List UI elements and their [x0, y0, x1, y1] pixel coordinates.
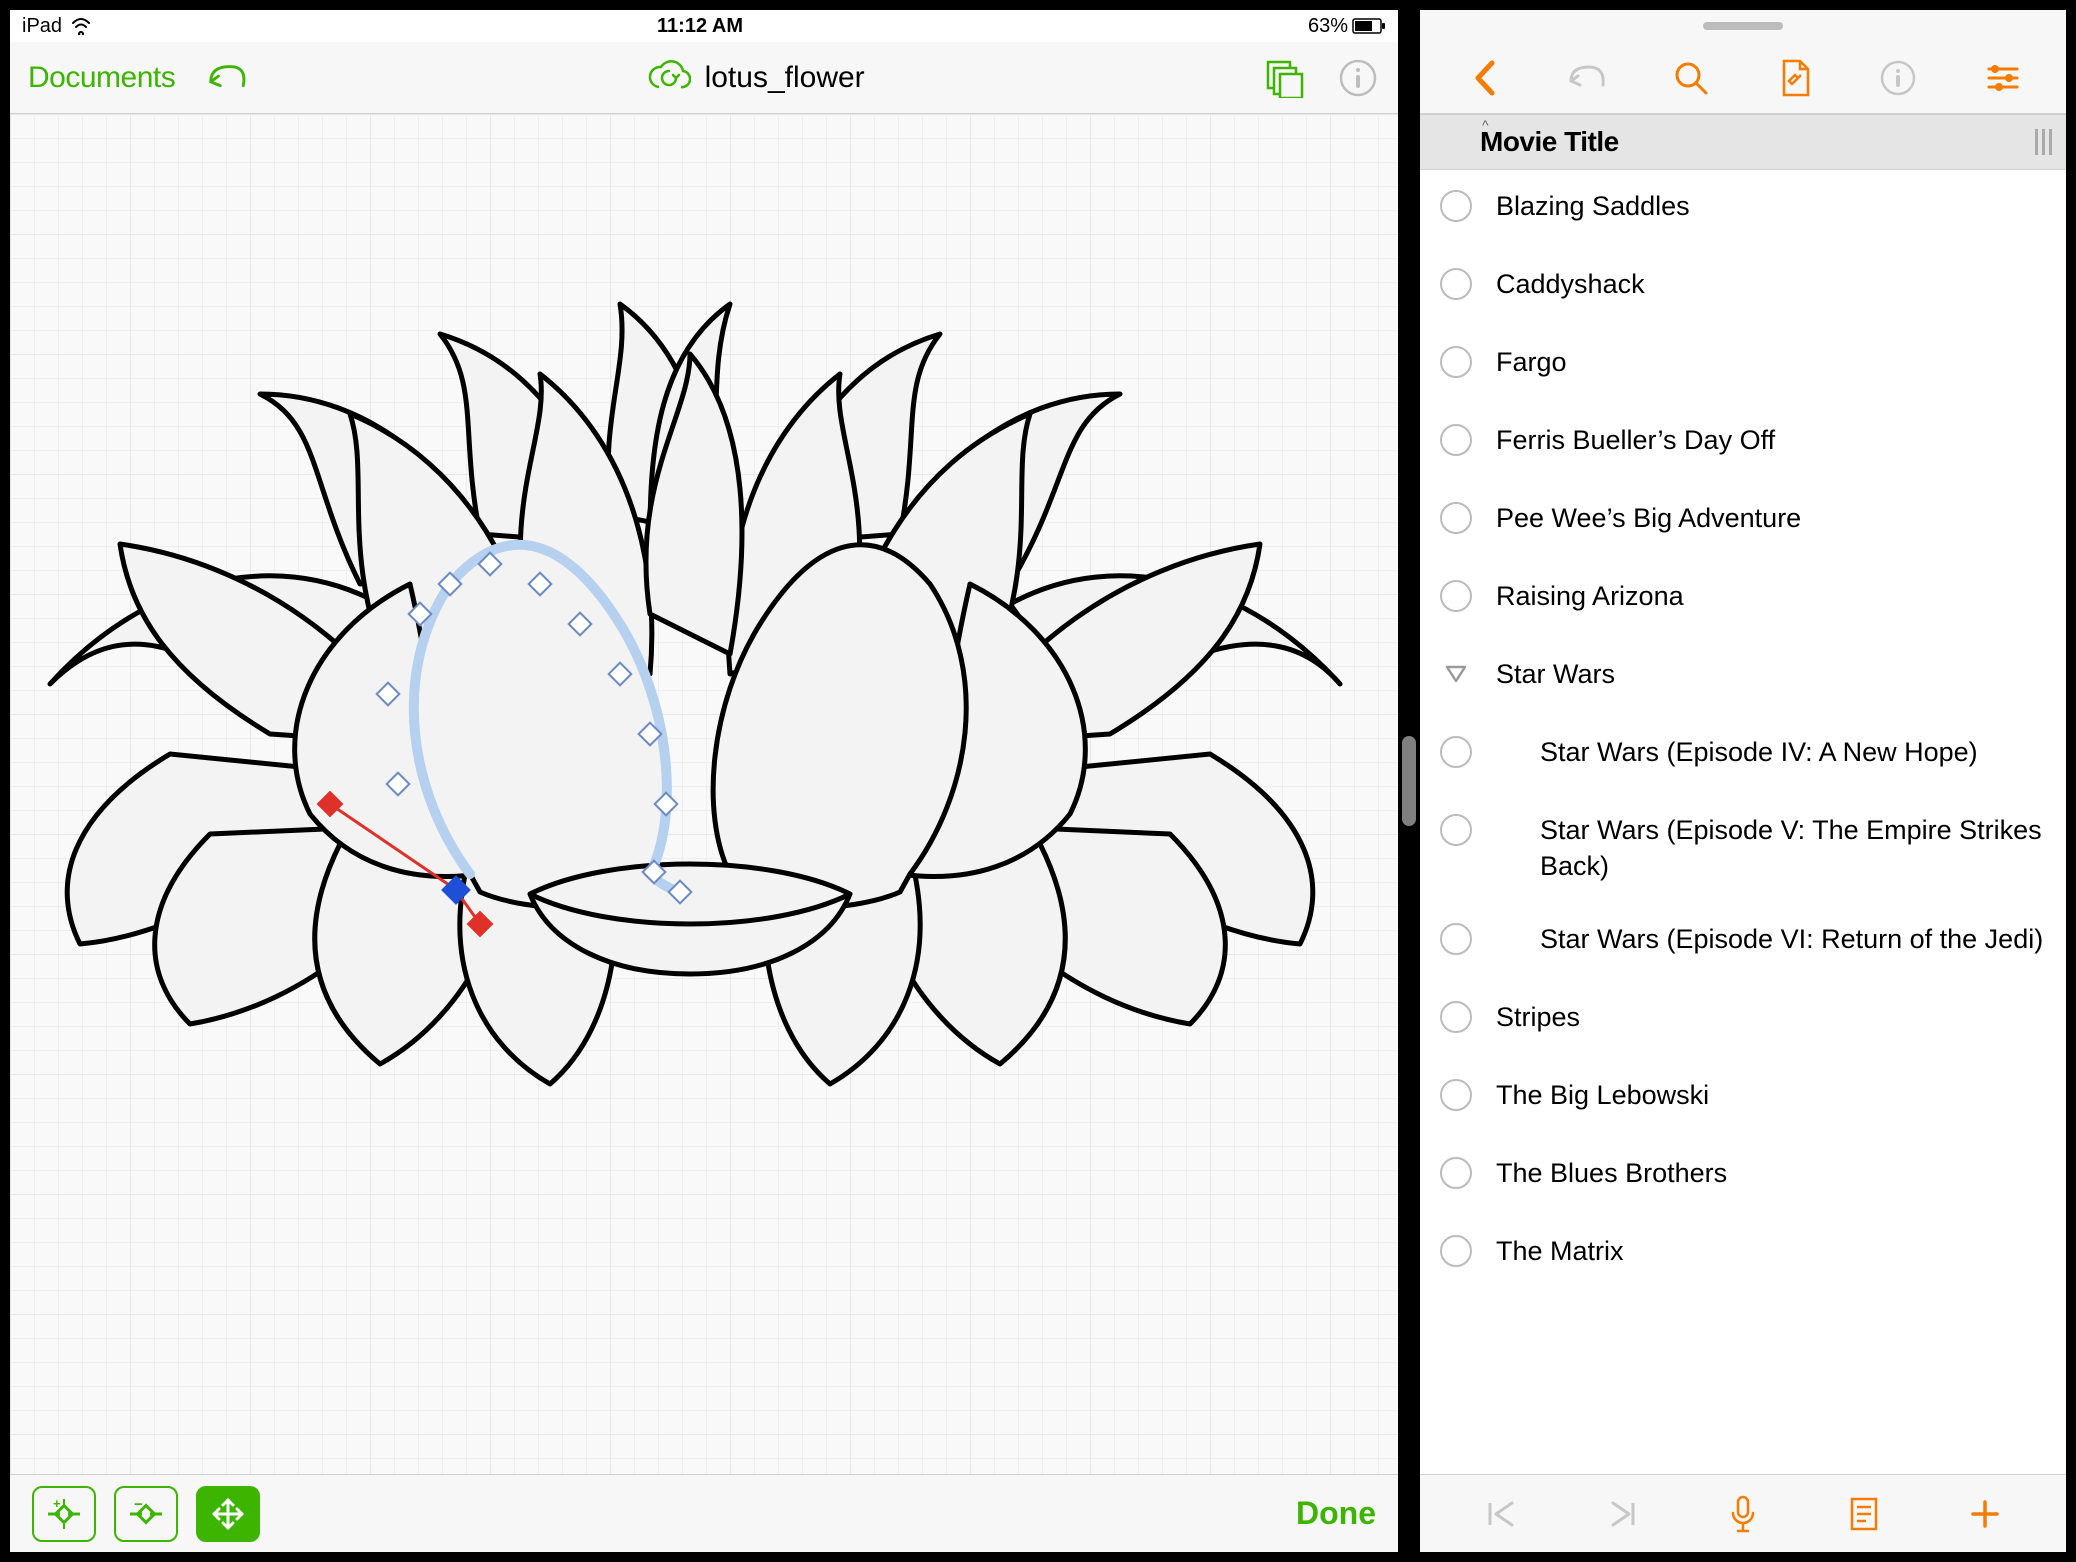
next-record-button[interactable]: [1598, 1490, 1646, 1538]
list-item-label: Caddyshack: [1496, 266, 1645, 302]
status-left: iPad: [22, 15, 92, 38]
list-item[interactable]: Star Wars: [1420, 638, 2066, 716]
list-item[interactable]: Stripes: [1420, 981, 2066, 1059]
list-item[interactable]: Star Wars (Episode V: The Empire Strikes…: [1420, 794, 2066, 903]
list-item-label: The Blues Brothers: [1496, 1155, 1727, 1191]
documents-button[interactable]: Documents: [28, 61, 175, 95]
status-circle[interactable]: [1440, 923, 1472, 955]
sort-caret-icon: ^: [1482, 117, 1489, 133]
list-item[interactable]: The Big Lebowski: [1420, 1059, 2066, 1137]
info-button[interactable]: [1336, 56, 1380, 100]
status-circle[interactable]: [1440, 1235, 1472, 1267]
list-item-label: The Matrix: [1496, 1233, 1624, 1269]
status-circle[interactable]: [1440, 502, 1472, 534]
add-point-tool[interactable]: +: [32, 1486, 96, 1542]
drawing-bottom-toolbar: + − Done: [10, 1474, 1398, 1552]
wifi-icon: [70, 17, 92, 35]
list-item[interactable]: Ferris Bueller’s Day Off: [1420, 404, 2066, 482]
list-item-label: Ferris Bueller’s Day Off: [1496, 422, 1775, 458]
back-button[interactable]: [1460, 54, 1508, 102]
undo-button[interactable]: [205, 56, 249, 100]
status-circle[interactable]: [1440, 580, 1472, 612]
outline-list[interactable]: Blazing Saddles Caddyshack Fargo Ferris Bue…: [1420, 170, 2066, 1474]
clock: 11:12 AM: [92, 15, 1308, 38]
drawing-app: iPad 11:12 AM 63% Documents: [10, 10, 1398, 1552]
list-item[interactable]: Star Wars (Episode IV: A New Hope): [1420, 716, 2066, 794]
outline-bottom-toolbar: [1420, 1474, 2066, 1552]
search-button[interactable]: [1667, 54, 1715, 102]
list-item-label: Pee Wee’s Big Adventure: [1496, 500, 1801, 536]
disclosure-triangle-icon[interactable]: [1440, 658, 1472, 690]
status-circle[interactable]: [1440, 346, 1472, 378]
list-item-label: Blazing Saddles: [1496, 188, 1690, 224]
move-tool[interactable]: [196, 1486, 260, 1542]
grabber-pill[interactable]: [1703, 22, 1783, 30]
done-button[interactable]: Done: [1296, 1495, 1376, 1532]
list-item-label: Star Wars (Episode V: The Empire Strikes…: [1496, 812, 2046, 885]
list-item-label: The Big Lebowski: [1496, 1077, 1709, 1113]
slide-over-handle-bar: [1420, 10, 2066, 42]
list-item[interactable]: The Matrix: [1420, 1215, 2066, 1293]
status-circle[interactable]: [1440, 1001, 1472, 1033]
list-item[interactable]: Blazing Saddles: [1420, 170, 2066, 248]
undo-button[interactable]: [1563, 54, 1611, 102]
status-circle[interactable]: [1440, 736, 1472, 768]
svg-text:+: +: [53, 1497, 61, 1511]
status-circle[interactable]: [1440, 190, 1472, 222]
status-circle[interactable]: [1440, 814, 1472, 846]
ios-status-bar: iPad 11:12 AM 63%: [10, 10, 1398, 42]
divider-handle[interactable]: [1402, 736, 1416, 826]
list-item-label: Star Wars (Episode VI: Return of the Jed…: [1496, 921, 2043, 957]
document-title: lotus_flower: [705, 61, 865, 95]
status-circle[interactable]: [1440, 1157, 1472, 1189]
list-item[interactable]: The Blues Brothers: [1420, 1137, 2066, 1215]
column-header[interactable]: ^ Movie Title: [1420, 114, 2066, 170]
status-right: 63%: [1308, 15, 1386, 38]
canvas[interactable]: [10, 114, 1398, 1474]
status-circle[interactable]: [1440, 424, 1472, 456]
outline-app: ^ Movie Title Blazing Saddles Caddyshack F…: [1420, 10, 2066, 1552]
info-button[interactable]: [1874, 54, 1922, 102]
list-item[interactable]: Pee Wee’s Big Adventure: [1420, 482, 2066, 560]
cloud-sync-icon: [647, 59, 691, 97]
add-button[interactable]: [1961, 1490, 2009, 1538]
list-item[interactable]: Star Wars (Episode VI: Return of the Jed…: [1420, 903, 2066, 981]
document-title-group[interactable]: lotus_flower: [647, 59, 865, 97]
battery-icon: [1352, 18, 1386, 34]
list-item-label: Star Wars: [1496, 656, 1615, 692]
list-item-label: Raising Arizona: [1496, 578, 1684, 614]
column-header-title: Movie Title: [1480, 126, 1619, 158]
remove-point-tool[interactable]: −: [114, 1486, 178, 1542]
svg-text:−: −: [134, 1497, 143, 1513]
layers-button[interactable]: [1262, 56, 1306, 100]
status-circle[interactable]: [1440, 268, 1472, 300]
drawing-toolbar: Documents lotus_flower: [10, 42, 1398, 114]
list-item-label: Fargo: [1496, 344, 1567, 380]
list-item-label: Star Wars (Episode IV: A New Hope): [1496, 734, 1978, 770]
column-resize-handle[interactable]: [2035, 129, 2052, 155]
device-label: iPad: [22, 15, 62, 38]
first-record-button[interactable]: [1477, 1490, 1525, 1538]
view-options-button[interactable]: [1978, 54, 2026, 102]
note-button[interactable]: [1840, 1490, 1888, 1538]
status-circle[interactable]: [1440, 1079, 1472, 1111]
voice-input-button[interactable]: [1719, 1490, 1767, 1538]
device-frame: iPad 11:12 AM 63% Documents: [0, 0, 2076, 1562]
list-item-label: Stripes: [1496, 999, 1580, 1035]
list-item[interactable]: Raising Arizona: [1420, 560, 2066, 638]
lotus-drawing: [10, 114, 1398, 1474]
outline-toolbar: [1420, 42, 2066, 114]
battery-pct: 63%: [1308, 15, 1348, 38]
list-item[interactable]: Fargo: [1420, 326, 2066, 404]
split-view-divider[interactable]: [1398, 10, 1420, 1552]
list-item[interactable]: Caddyshack: [1420, 248, 2066, 326]
document-settings-button[interactable]: [1771, 54, 1819, 102]
